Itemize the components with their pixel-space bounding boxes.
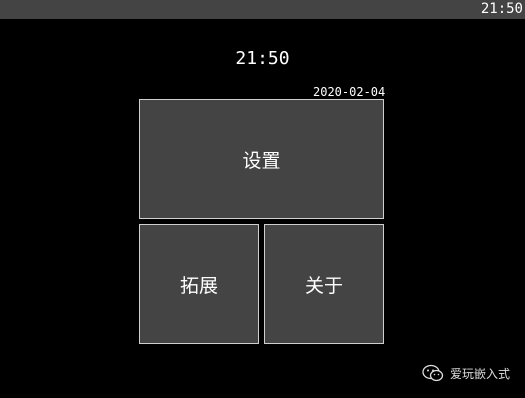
extend-tile[interactable]: 拓展	[139, 224, 259, 344]
wechat-logo-icon	[422, 364, 444, 382]
settings-tile-label: 设置	[242, 149, 281, 172]
status-bar: 21:50	[0, 0, 525, 19]
about-tile-label: 关于	[304, 274, 343, 297]
watermark-text: 爱玩嵌入式	[449, 366, 510, 381]
settings-tile[interactable]: 设置	[139, 99, 384, 219]
date-label: 2020-02-04	[313, 85, 386, 99]
watermark: 爱玩嵌入式	[422, 364, 510, 382]
about-tile[interactable]: 关于	[264, 224, 384, 344]
main-clock: 21:50	[235, 48, 290, 69]
status-bar-time: 21:50	[480, 1, 523, 17]
extend-tile-label: 拓展	[179, 274, 218, 297]
